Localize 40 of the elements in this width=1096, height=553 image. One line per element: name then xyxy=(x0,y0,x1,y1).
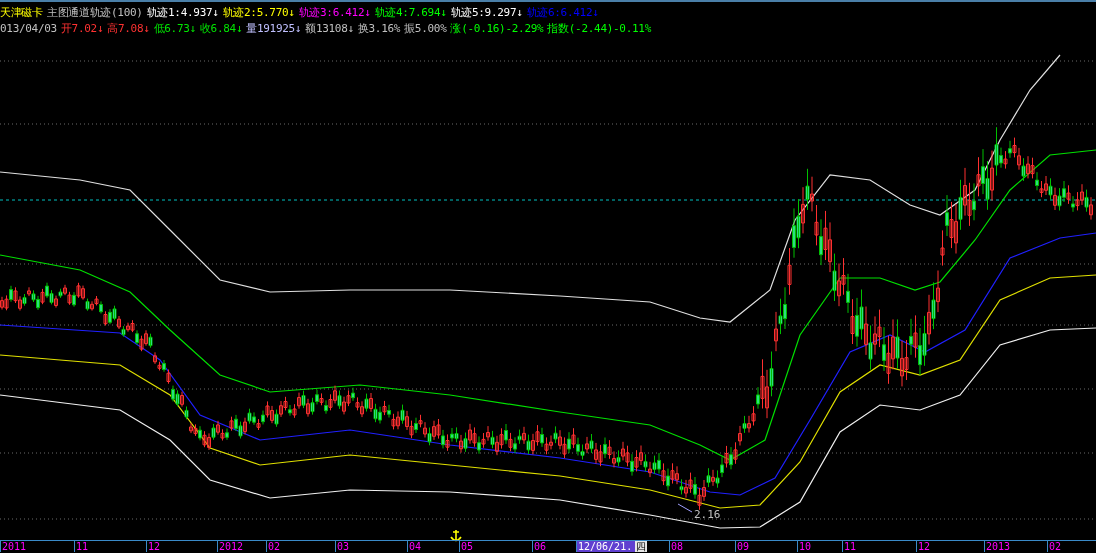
track-value: 轨迹3:6.412↓ xyxy=(298,4,371,20)
leader-line xyxy=(677,503,693,513)
anchor-icon xyxy=(450,529,462,542)
quote-value: 量191925↓ xyxy=(246,20,302,36)
quote-value: 换3.16% xyxy=(357,20,401,36)
quote-value: 收6.84↓ xyxy=(199,20,243,36)
axis-date-label: 10 xyxy=(797,541,812,552)
axis-date-label: 09 xyxy=(735,541,750,552)
track-value: 轨迹6:6.412↓ xyxy=(526,4,599,20)
axis-date-label: 2011 xyxy=(0,541,27,552)
indicator-name: 主图通道轨迹(100) xyxy=(46,4,143,20)
axis-date-label: 05 xyxy=(459,541,474,552)
track-value: 轨迹1:4.937↓ xyxy=(146,4,219,20)
quote-value: 指数(-2.44)-0.11% xyxy=(547,20,651,36)
axis-date-label: 2013 xyxy=(984,541,1011,552)
axis-date-label: 02 xyxy=(1047,541,1062,552)
axis-date-label: 11 xyxy=(74,541,89,552)
axis-date-label: 03 xyxy=(335,541,350,552)
quote-value: 振5.00% xyxy=(404,20,447,36)
security-name: 天津磁卡 xyxy=(0,4,43,20)
quote-value: 额13108↓ xyxy=(305,20,354,36)
axis-date-label: 12 xyxy=(916,541,931,552)
axis-date-label: 04 xyxy=(407,541,422,552)
quote-value: 涨(-0.16)-2.29% xyxy=(450,20,544,36)
axis-date-label: 02 xyxy=(266,541,281,552)
axis-date-label: 12 xyxy=(146,541,161,552)
axis-date-label: 2012 xyxy=(217,541,244,552)
track-value: 轨迹2:5.770↓ xyxy=(222,4,295,20)
low-price-label: 2.16 xyxy=(694,508,721,521)
axis-date-label: 06 xyxy=(532,541,547,552)
track-value: 轨迹4:7.694↓ xyxy=(374,4,447,20)
axis-date-label: 11 xyxy=(842,541,857,552)
track-value: 轨迹5:9.297↓ xyxy=(450,4,523,20)
quote-value: 低6.73↓ xyxy=(153,20,196,36)
quote-value: 高7.08↓ xyxy=(107,20,150,36)
axis-date-label: 12/06/21. 四 xyxy=(576,541,648,552)
axis-date-label: 08 xyxy=(669,541,684,552)
weekday-label: 四 xyxy=(635,541,648,552)
quote-date: 013/04/03 xyxy=(0,21,57,35)
quote-value: 开7.02↓ xyxy=(60,20,104,36)
